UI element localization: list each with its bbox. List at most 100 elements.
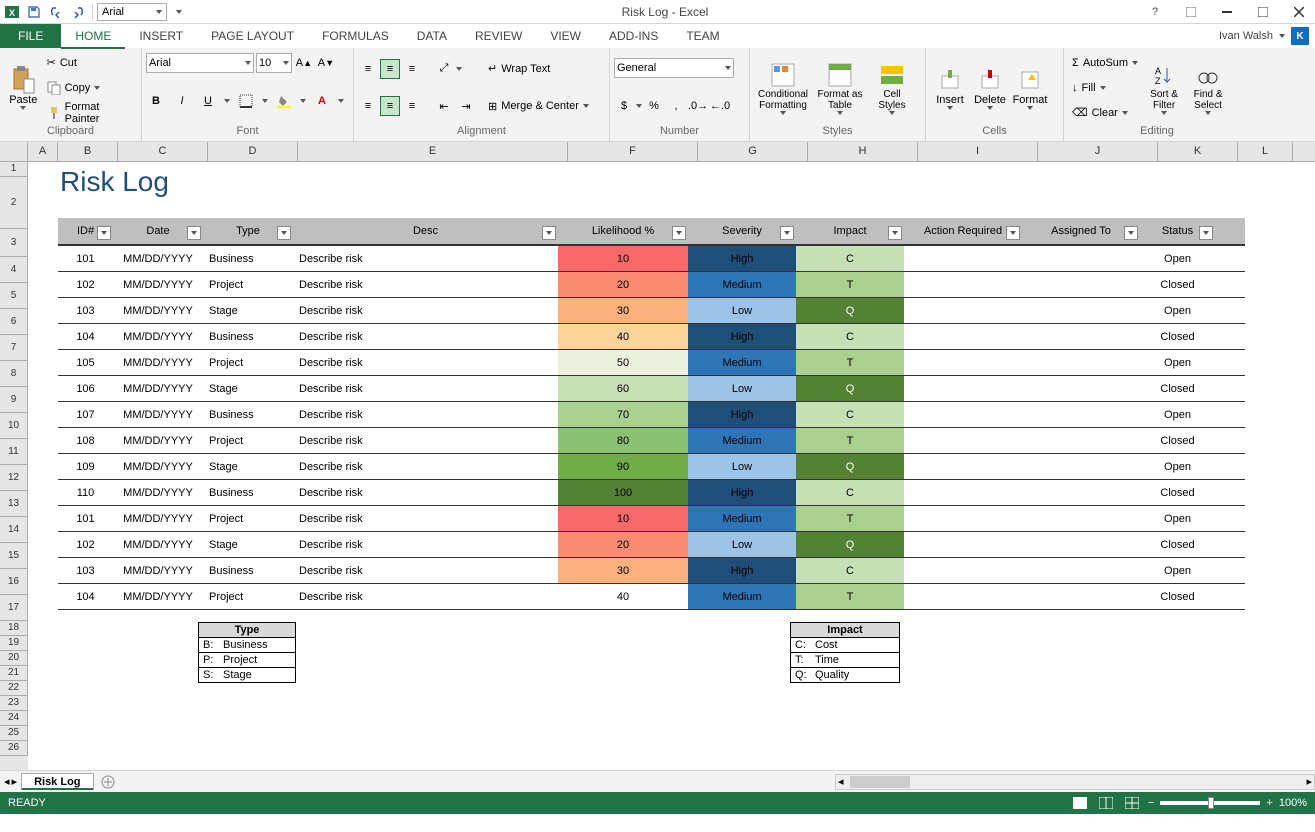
font-size-combo[interactable]: 10	[256, 53, 292, 73]
cell-likelihood[interactable]: 30	[558, 558, 688, 583]
ribbon-tab-view[interactable]: VIEW	[536, 24, 595, 48]
cell-assigned[interactable]	[1022, 272, 1140, 297]
horizontal-scrollbar[interactable]: ◂ ▸	[835, 774, 1315, 790]
increase-font-icon[interactable]: A▲	[294, 53, 314, 73]
row-header[interactable]: 5	[0, 283, 28, 309]
cell-impact[interactable]: T	[796, 272, 904, 297]
cell-assigned[interactable]	[1022, 298, 1140, 323]
sheet-tab-risklog[interactable]: Risk Log	[21, 773, 93, 790]
accounting-format-icon[interactable]: $	[614, 96, 634, 116]
cell-severity[interactable]: High	[688, 324, 796, 349]
cell-date[interactable]: MM/DD/YYYY	[113, 480, 203, 505]
zoom-out-icon[interactable]: −	[1148, 797, 1154, 809]
save-icon[interactable]	[24, 2, 44, 22]
cell-status[interactable]: Closed	[1140, 428, 1215, 453]
align-center-icon[interactable]: ≡	[380, 96, 400, 116]
find-select-button[interactable]: Find & Select	[1186, 50, 1230, 125]
row-header[interactable]: 3	[0, 229, 28, 257]
zoom-level[interactable]: 100%	[1279, 797, 1307, 809]
cell-likelihood[interactable]: 50	[558, 350, 688, 375]
fill-color-button[interactable]	[274, 91, 294, 111]
filter-button[interactable]	[672, 226, 686, 240]
cell-action[interactable]	[904, 506, 1022, 531]
cell-desc[interactable]: Describe risk	[293, 376, 558, 401]
cell-status[interactable]: Closed	[1140, 324, 1215, 349]
format-as-table-button[interactable]: Format as Table	[812, 50, 868, 125]
cell-status[interactable]: Closed	[1140, 272, 1215, 297]
row-header[interactable]: 17	[0, 595, 28, 621]
cell-assigned[interactable]	[1022, 324, 1140, 349]
cell-status[interactable]: Closed	[1140, 584, 1215, 609]
cell-severity[interactable]: Low	[688, 532, 796, 557]
wrap-text-button[interactable]: ↵Wrap Text	[484, 58, 593, 80]
filter-button[interactable]	[542, 226, 556, 240]
cell-severity[interactable]: High	[688, 246, 796, 271]
cell-desc[interactable]: Describe risk	[293, 350, 558, 375]
underline-button[interactable]: U	[198, 91, 218, 111]
cell-status[interactable]: Open	[1140, 350, 1215, 375]
new-sheet-button[interactable]	[98, 772, 118, 792]
cell-impact[interactable]: T	[796, 584, 904, 609]
row-header[interactable]: 9	[0, 387, 28, 413]
cell-styles-button[interactable]: Cell Styles	[868, 50, 916, 125]
cell-desc[interactable]: Describe risk	[293, 506, 558, 531]
merge-center-button[interactable]: ⊞Merge & Center	[484, 95, 593, 117]
tab-nav-first-icon[interactable]: ◂	[4, 775, 10, 788]
cell-status[interactable]: Open	[1140, 454, 1215, 479]
clear-button[interactable]: ⌫Clear	[1068, 102, 1142, 124]
close-icon[interactable]	[1285, 2, 1313, 22]
cell-action[interactable]	[904, 324, 1022, 349]
cell-likelihood[interactable]: 20	[558, 532, 688, 557]
row-header[interactable]: 11	[0, 439, 28, 465]
column-header[interactable]: A	[28, 142, 58, 161]
cell-status[interactable]: Closed	[1140, 376, 1215, 401]
autosum-button[interactable]: ΣAutoSum	[1068, 52, 1142, 74]
cell-id[interactable]: 102	[58, 532, 113, 557]
cell-likelihood[interactable]: 60	[558, 376, 688, 401]
cell-severity[interactable]: High	[688, 558, 796, 583]
ribbon-tab-add-ins[interactable]: ADD-INS	[595, 24, 672, 48]
cell-action[interactable]	[904, 584, 1022, 609]
cell-desc[interactable]: Describe risk	[293, 558, 558, 583]
row-header[interactable]: 18	[0, 621, 28, 636]
cell-type[interactable]: Project	[203, 506, 293, 531]
filter-button[interactable]	[277, 226, 291, 240]
align-middle-icon[interactable]: ≡	[380, 59, 400, 79]
conditional-formatting-button[interactable]: Conditional Formatting	[754, 50, 812, 125]
cell-id[interactable]: 103	[58, 298, 113, 323]
row-header[interactable]: 26	[0, 741, 28, 756]
cell-id[interactable]: 107	[58, 402, 113, 427]
cell-severity[interactable]: High	[688, 402, 796, 427]
cell-action[interactable]	[904, 454, 1022, 479]
filter-button[interactable]	[1124, 226, 1138, 240]
fill-button[interactable]: ↓Fill	[1068, 77, 1142, 99]
cell-likelihood[interactable]: 10	[558, 246, 688, 271]
column-header[interactable]: I	[918, 142, 1038, 161]
percent-format-icon[interactable]: %	[644, 96, 664, 116]
ribbon-tab-formulas[interactable]: FORMULAS	[308, 24, 403, 48]
row-header[interactable]: 24	[0, 711, 28, 726]
filter-button[interactable]	[1006, 226, 1020, 240]
decrease-decimal-icon[interactable]: ←.0	[710, 96, 730, 116]
minimize-icon[interactable]	[1213, 2, 1241, 22]
filter-button[interactable]	[1199, 226, 1213, 240]
row-header[interactable]: 13	[0, 491, 28, 517]
cell-likelihood[interactable]: 40	[558, 324, 688, 349]
cell-severity[interactable]: Low	[688, 376, 796, 401]
format-cells-button[interactable]: Format	[1010, 50, 1050, 125]
cell-desc[interactable]: Describe risk	[293, 246, 558, 271]
row-header[interactable]: 20	[0, 651, 28, 666]
cell-severity[interactable]: Medium	[688, 584, 796, 609]
cell-likelihood[interactable]: 70	[558, 402, 688, 427]
filter-button[interactable]	[187, 226, 201, 240]
cell-impact[interactable]: C	[796, 558, 904, 583]
cell-id[interactable]: 106	[58, 376, 113, 401]
select-all-button[interactable]	[0, 142, 28, 161]
cell-likelihood[interactable]: 80	[558, 428, 688, 453]
filter-button[interactable]	[888, 226, 902, 240]
cell-status[interactable]: Closed	[1140, 532, 1215, 557]
align-bottom-icon[interactable]: ≡	[402, 59, 422, 79]
cell-id[interactable]: 105	[58, 350, 113, 375]
cell-severity[interactable]: Medium	[688, 506, 796, 531]
cell-type[interactable]: Business	[203, 480, 293, 505]
